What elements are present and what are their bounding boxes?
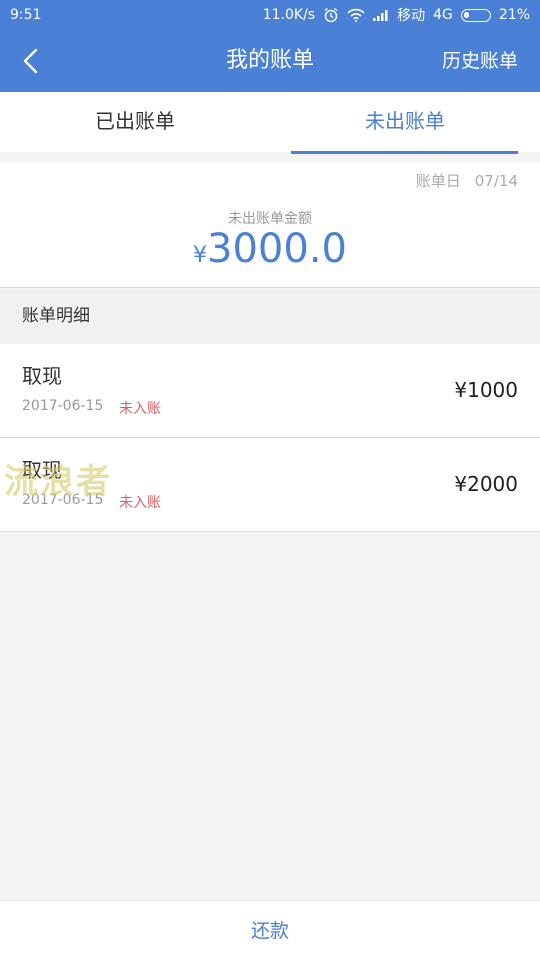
currency-symbol: ¥: [193, 243, 208, 268]
alarm-icon: [323, 7, 339, 23]
bill-day-label: 账单日: [415, 172, 461, 190]
status-bar: 9:51 11.0K/s 移动 4G 21%: [0, 0, 540, 30]
tab-active-indicator: [291, 151, 518, 154]
battery-fill: [463, 11, 469, 18]
tab-billed-label: 已出账单: [95, 109, 175, 133]
bill-detail-header: 账单明细: [0, 289, 540, 344]
tab-unbilled[interactable]: 未出账单: [270, 92, 540, 154]
repay-button[interactable]: 还款: [0, 900, 540, 960]
unbilled-amount-label: 未出账单金额: [228, 211, 312, 227]
item-status-tag: 未入账: [119, 495, 161, 511]
network-type: 4G: [433, 7, 453, 23]
network-speed: 11.0K/s: [262, 7, 316, 23]
bill-day-value: 07/14: [474, 172, 518, 190]
battery-icon: [460, 8, 491, 22]
item-amount: ¥1000: [454, 378, 518, 402]
bill-summary: 账单日 07/14 未出账单金额 ¥3000.0: [0, 162, 540, 288]
item-date: 2017-06-15: [22, 398, 104, 414]
bill-day: 账单日 07/14: [416, 170, 518, 191]
unbilled-amount-value: 3000.0: [207, 226, 347, 272]
battery-percent: 21%: [498, 7, 530, 23]
status-right: 11.0K/s 移动 4G 21%: [263, 5, 530, 25]
item-amount: ¥2000: [454, 472, 518, 496]
signal-icon: [373, 9, 389, 21]
bill-detail-list: 取现 2017-06-15 未入账 ¥1000 取现 2017-06-15 未入…: [0, 344, 540, 532]
history-bills-button[interactable]: 历史账单: [442, 30, 518, 92]
item-status-tag: 未入账: [119, 401, 161, 417]
watermark: 流浪者: [4, 462, 112, 502]
list-item[interactable]: 取现 2017-06-15 未入账 ¥1000: [0, 344, 540, 438]
item-title: 取现: [22, 364, 62, 388]
tab-unbilled-label: 未出账单: [365, 109, 445, 133]
nav-bar: 我的账单 历史账单: [0, 30, 540, 92]
bill-tabs: 已出账单 未出账单: [0, 92, 540, 154]
unbilled-amount: ¥3000.0: [0, 226, 540, 272]
chevron-left-icon: [23, 48, 38, 74]
wifi-icon: [347, 8, 365, 22]
back-button[interactable]: [14, 44, 48, 78]
carrier-name: 移动: [397, 8, 426, 24]
tab-billed[interactable]: 已出账单: [0, 92, 270, 152]
status-time: 9:51: [10, 7, 42, 23]
